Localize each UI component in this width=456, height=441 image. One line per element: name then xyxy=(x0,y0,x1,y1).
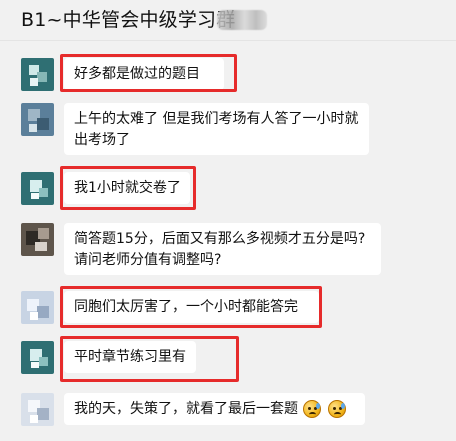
message-bubble[interactable]: 好多都是做过的题目 xyxy=(64,58,224,90)
message-text: 出考场了 xyxy=(74,132,130,148)
message-bubble[interactable]: 简答题15分，后面又有那么多视频才五分是吗? 请问老师分值有调整吗? xyxy=(64,223,381,275)
message-bubble[interactable]: 平时章节练习里有 xyxy=(64,341,196,373)
message-text: 平时章节练习里有 xyxy=(74,349,186,365)
member-count-redacted xyxy=(217,10,267,30)
message-text: 上午的太难了 但是我们考场有人答了一小时就 xyxy=(74,111,359,127)
sweat-smile-emoji-icon xyxy=(303,400,321,418)
avatar[interactable] xyxy=(21,103,54,136)
message-bubble[interactable]: 我1小时就交卷了 xyxy=(64,172,190,204)
chat-header: B1~中华管会中级学习群 xyxy=(0,0,456,41)
message-text: 请问老师分值有调整吗? xyxy=(74,252,222,268)
avatar[interactable] xyxy=(21,223,54,256)
avatar[interactable] xyxy=(21,341,54,374)
message-text: 同胞们太厉害了，一个小时都能答完 xyxy=(74,299,298,315)
sweat-smile-emoji-icon xyxy=(328,400,346,418)
message-bubble[interactable]: 上午的太难了 但是我们考场有人答了一小时就 出考场了 xyxy=(64,103,369,155)
avatar[interactable] xyxy=(21,172,54,205)
avatar[interactable] xyxy=(21,393,54,426)
message-text: 我的天，失策了，就看了最后一套题 xyxy=(74,401,298,417)
message-bubble[interactable]: 同胞们太厉害了，一个小时都能答完 xyxy=(64,291,319,323)
message-text: 我1小时就交卷了 xyxy=(74,180,181,196)
message-text: 好多都是做过的题目 xyxy=(74,66,200,82)
message-text: 简答题15分，后面又有那么多视频才五分是吗? xyxy=(74,231,366,247)
avatar[interactable] xyxy=(21,58,54,91)
chat-title: B1~中华管会中级学习群 xyxy=(21,9,236,31)
avatar[interactable] xyxy=(21,291,54,324)
